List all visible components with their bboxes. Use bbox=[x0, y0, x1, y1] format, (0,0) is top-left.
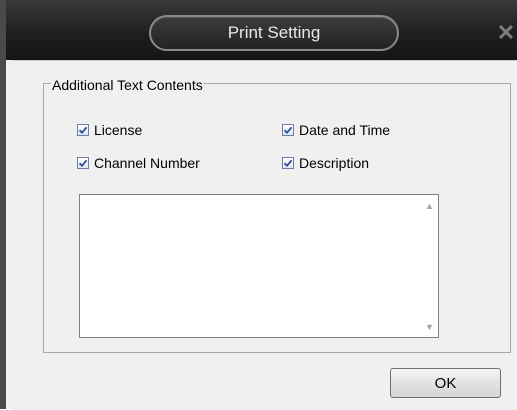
scroll-up-arrow-icon[interactable]: ▲ bbox=[421, 197, 438, 214]
channel-number-label: Channel Number bbox=[94, 155, 200, 171]
checkbox-icon[interactable] bbox=[282, 124, 294, 136]
group-legend: Additional Text Contents bbox=[51, 77, 204, 93]
dialog-title: Print Setting bbox=[149, 15, 399, 51]
title-bar[interactable]: Print Setting ✕ bbox=[6, 0, 517, 60]
channel-number-checkbox[interactable]: Channel Number bbox=[77, 155, 200, 171]
description-checkbox[interactable]: Description bbox=[282, 155, 369, 171]
date-and-time-label: Date and Time bbox=[299, 122, 391, 138]
dialog-body: Additional Text Contents License Date an… bbox=[12, 60, 517, 410]
checkbox-icon[interactable] bbox=[77, 124, 89, 136]
close-icon[interactable]: ✕ bbox=[494, 20, 517, 45]
checkbox-icon[interactable] bbox=[77, 157, 89, 169]
checkbox-icon[interactable] bbox=[282, 157, 294, 169]
print-setting-dialog: Print Setting ✕ Additional Text Contents… bbox=[0, 0, 517, 410]
license-label: License bbox=[94, 122, 143, 138]
description-text-area[interactable]: ▲ ▼ bbox=[79, 194, 439, 338]
description-label: Description bbox=[299, 155, 370, 171]
vertical-scrollbar[interactable]: ▲ ▼ bbox=[421, 195, 438, 337]
ok-button[interactable]: OK bbox=[390, 368, 501, 398]
scroll-down-arrow-icon[interactable]: ▼ bbox=[421, 318, 438, 335]
license-checkbox[interactable]: License bbox=[77, 122, 142, 138]
date-and-time-checkbox[interactable]: Date and Time bbox=[282, 122, 390, 138]
